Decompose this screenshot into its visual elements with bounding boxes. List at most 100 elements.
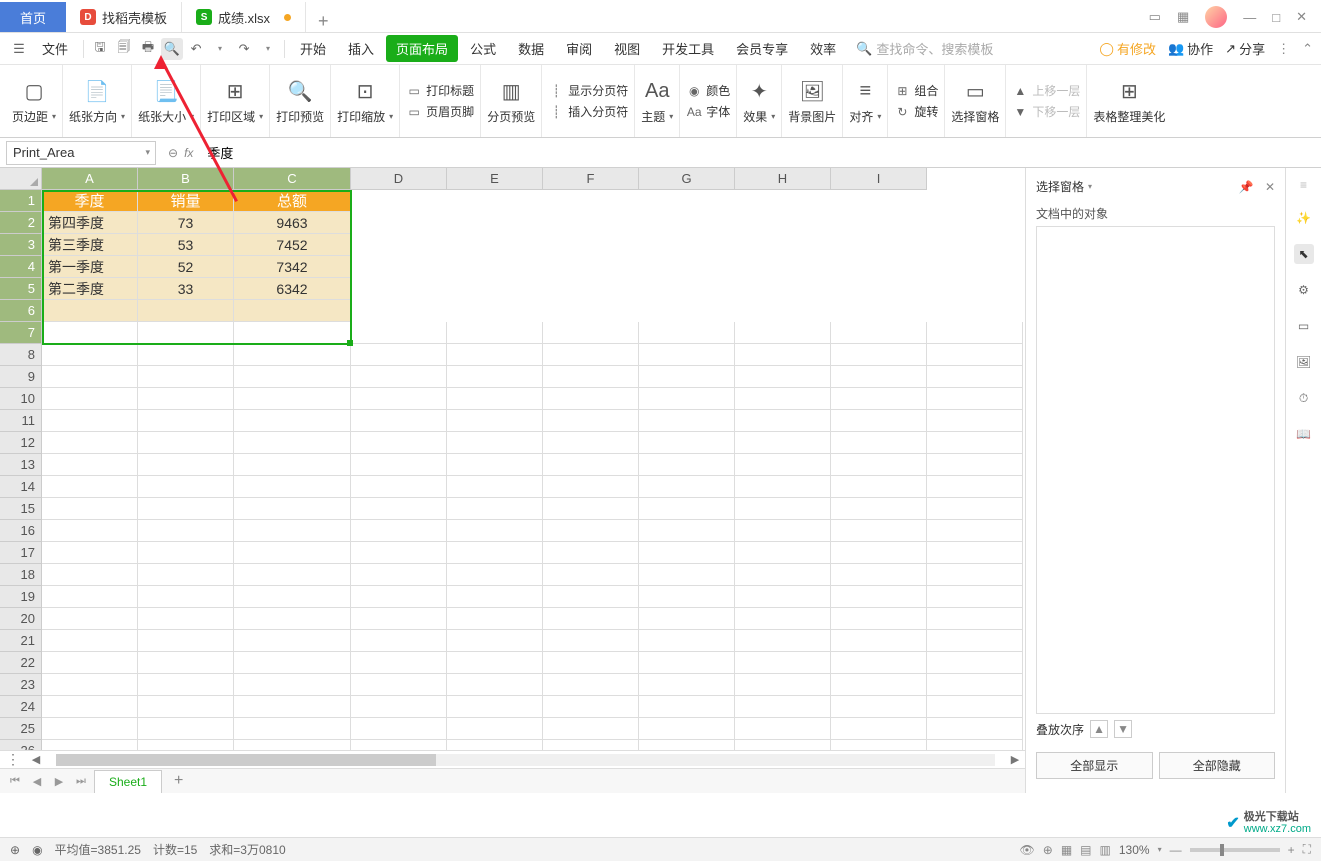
cell[interactable] [42,630,138,652]
cell[interactable] [543,586,639,608]
cell[interactable] [927,520,1023,542]
zoom-slider[interactable] [1190,848,1280,852]
cell[interactable] [735,630,831,652]
cell[interactable] [543,564,639,586]
row-26[interactable]: 26 [0,740,42,750]
cell[interactable] [735,410,831,432]
row-6[interactable]: 6 [0,300,42,322]
cell[interactable] [42,410,138,432]
cell[interactable] [735,718,831,740]
cell[interactable] [447,630,543,652]
cell[interactable] [927,476,1023,498]
ribbon-rotate[interactable]: ↻旋转 [894,103,938,120]
move-up-button[interactable]: ▲ [1090,720,1108,738]
cell[interactable] [831,366,927,388]
cell[interactable] [927,542,1023,564]
cell[interactable] [639,344,735,366]
ribbon-group[interactable]: ⊞组合 [894,82,938,99]
cell[interactable] [735,696,831,718]
ribbon-insert-break[interactable]: ┊插入分页符 [548,103,628,120]
col-F[interactable]: F [543,168,639,190]
format-icon[interactable]: ▭ [1294,316,1314,336]
cell[interactable] [42,740,138,750]
minimize-button[interactable]: — [1243,10,1256,25]
menu-devtools[interactable]: 开发工具 [652,35,724,62]
row-9[interactable]: 9 [0,366,42,388]
col-B[interactable]: B [138,168,234,190]
ribbon-background[interactable]: 🖼背景图片 [782,65,843,137]
cell[interactable] [639,630,735,652]
sheet-grid[interactable]: A B C D E F G H I 1234567891011121314151… [0,168,1025,750]
row-18[interactable]: 18 [0,564,42,586]
cell[interactable] [927,366,1023,388]
cell[interactable] [543,718,639,740]
cell[interactable] [234,696,351,718]
history-icon[interactable]: ⏱ [1294,388,1314,408]
cell[interactable] [42,322,138,344]
cell[interactable] [831,476,927,498]
cell[interactable]: 53 [138,234,234,256]
pointer-icon[interactable]: ⬉ [1294,244,1314,264]
strip-menu-icon[interactable]: ≡ [1300,178,1307,192]
cell[interactable] [138,498,234,520]
row-8[interactable]: 8 [0,344,42,366]
horizontal-scrollbar[interactable]: ⋮ ◀ ▶ [0,750,1025,768]
row-15[interactable]: 15 [0,498,42,520]
undo-icon[interactable]: ↶ [185,38,207,60]
cell[interactable] [927,652,1023,674]
tab-workbook[interactable]: S 成绩.xlsx [182,2,306,32]
cell[interactable] [351,740,447,750]
cell[interactable] [234,388,351,410]
collapse-icon[interactable]: ⌃ [1302,41,1313,57]
cell[interactable]: 季度 [42,190,138,212]
status-icon[interactable]: ⊕ [10,843,20,857]
command-search[interactable]: 🔍 查找命令、搜索模板 [848,39,993,58]
cell[interactable] [831,608,927,630]
cell[interactable] [543,608,639,630]
sheet-nav-prev[interactable]: ◀ [28,775,46,788]
cell[interactable] [234,344,351,366]
cell[interactable] [927,740,1023,750]
menu-insert[interactable]: 插入 [338,35,384,62]
cell[interactable] [447,608,543,630]
cell[interactable] [447,388,543,410]
ribbon-orientation[interactable]: 📄纸张方向 [63,65,132,137]
cell[interactable] [447,410,543,432]
cell[interactable] [234,366,351,388]
assistant-icon[interactable]: ✨ [1294,208,1314,228]
cell[interactable] [831,630,927,652]
cell[interactable] [543,520,639,542]
cell[interactable] [351,432,447,454]
cell[interactable] [138,388,234,410]
cell[interactable]: 52 [138,256,234,278]
cell[interactable]: 7452 [234,234,351,256]
cell[interactable] [927,586,1023,608]
cell[interactable] [543,542,639,564]
formula-input[interactable] [199,141,1321,165]
cell[interactable] [639,476,735,498]
cell[interactable] [138,740,234,750]
cell[interactable] [639,520,735,542]
cell[interactable] [42,498,138,520]
col-H[interactable]: H [735,168,831,190]
cell[interactable] [42,652,138,674]
settings-icon[interactable]: ⚙ [1294,280,1314,300]
cell[interactable] [351,454,447,476]
cell[interactable] [42,388,138,410]
cell[interactable] [42,608,138,630]
ribbon-selection-pane[interactable]: ▭选择窗格 [945,65,1006,137]
cell[interactable] [138,718,234,740]
cell[interactable] [831,652,927,674]
fx-icon[interactable]: fx [184,146,193,160]
objects-list[interactable] [1036,226,1275,714]
row-17[interactable]: 17 [0,542,42,564]
zoom-out-icon[interactable]: ⊖ [168,146,178,160]
cell[interactable] [543,366,639,388]
cell[interactable] [831,586,927,608]
cell[interactable] [42,520,138,542]
cell[interactable] [447,696,543,718]
cell[interactable] [735,542,831,564]
cell[interactable] [735,498,831,520]
tab-template[interactable]: D 找稻壳模板 [66,2,182,32]
cell[interactable] [543,388,639,410]
